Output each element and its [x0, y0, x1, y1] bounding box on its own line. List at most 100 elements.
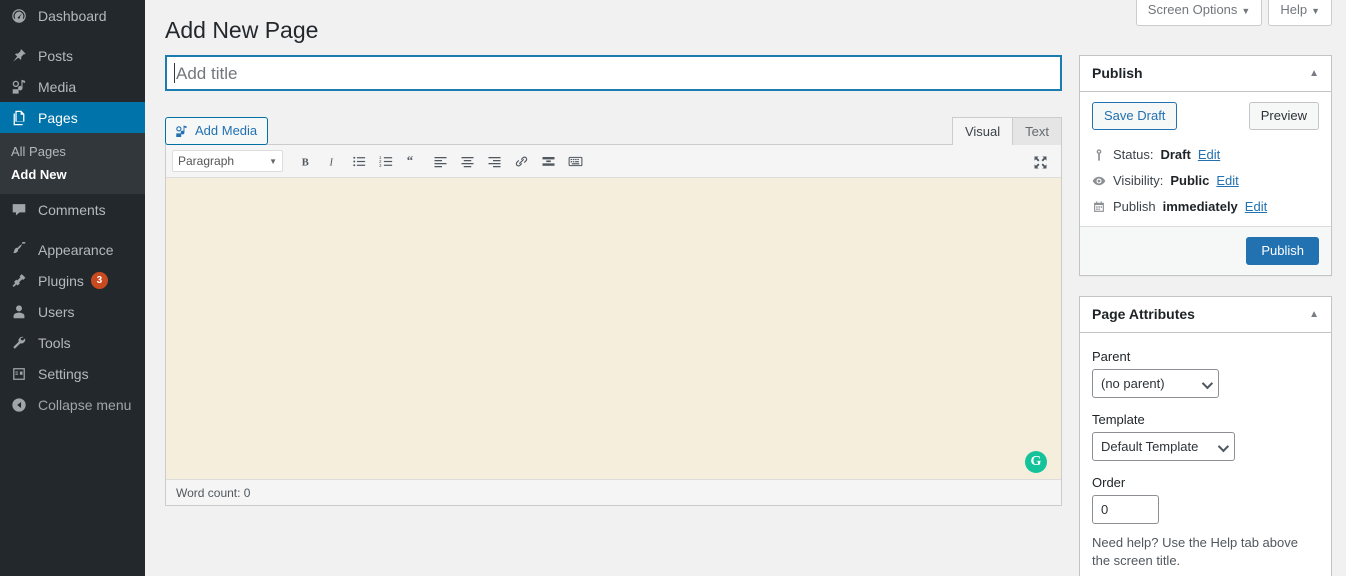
sidebar-item-collapse-menu[interactable]: Collapse menu	[0, 389, 145, 420]
paragraph-format-value: Paragraph	[178, 154, 235, 168]
pages-submenu: All Pages Add New	[0, 133, 145, 194]
chevron-down-icon: ▼	[269, 156, 277, 166]
sidebar-item-comments[interactable]: Comments	[0, 194, 145, 225]
sidebar-item-posts[interactable]: Posts	[0, 40, 145, 71]
calendar-icon	[1092, 200, 1106, 214]
tab-label: Text	[1025, 124, 1049, 139]
appearance-brush-icon	[9, 240, 29, 260]
numbered-list-icon[interactable]: 123	[373, 149, 399, 173]
align-right-icon[interactable]	[481, 149, 507, 173]
save-draft-button[interactable]: Save Draft	[1092, 102, 1178, 130]
tab-visual[interactable]: Visual	[951, 117, 1014, 145]
collapse-arrow-icon	[9, 395, 29, 415]
publish-actions-row: Save Draft Preview	[1092, 102, 1319, 130]
title-input[interactable]: Add title	[165, 55, 1062, 91]
sidebar-item-pages[interactable]: Pages	[0, 102, 153, 133]
parent-select[interactable]: (no parent)	[1092, 369, 1219, 398]
sidebar-divider	[0, 31, 145, 40]
side-column: Publish ▲ Save Draft Preview Status: Dra…	[1079, 55, 1332, 576]
add-media-label: Add Media	[195, 123, 258, 138]
tab-text[interactable]: Text	[1012, 117, 1062, 145]
publish-date-edit-link[interactable]: Edit	[1245, 198, 1267, 216]
word-count: Word count: 0	[176, 485, 251, 500]
user-icon	[9, 302, 29, 322]
sidebar-item-plugins[interactable]: Plugins 3	[0, 265, 145, 296]
add-media-icon	[174, 124, 189, 139]
title-placeholder: Add title	[176, 63, 238, 83]
parent-label: Parent	[1092, 349, 1131, 364]
visibility-value: Public	[1170, 173, 1210, 188]
chevron-up-icon[interactable]: ▲	[1309, 309, 1319, 320]
pages-icon	[9, 108, 29, 128]
sidebar-item-label: Pages	[38, 109, 78, 126]
grammarly-icon[interactable]: G	[1025, 451, 1047, 473]
sidebar-item-appearance[interactable]: Appearance	[0, 234, 145, 265]
italic-icon[interactable]: I	[319, 149, 345, 173]
parent-select-value: (no parent)	[1101, 376, 1165, 391]
chevron-down-icon: ▼	[1241, 6, 1251, 16]
sidebar-item-label: Plugins	[38, 272, 84, 289]
chevron-up-icon[interactable]: ▲	[1309, 68, 1319, 79]
text-cursor	[174, 63, 175, 83]
fullscreen-icon[interactable]	[1027, 150, 1053, 174]
sidebar-subitem-add-new[interactable]: Add New	[0, 163, 145, 186]
publish-box: Publish ▲ Save Draft Preview Status: Dra…	[1079, 55, 1332, 276]
svg-text:3: 3	[379, 162, 382, 167]
tab-label: Visual	[964, 124, 1001, 139]
read-more-icon[interactable]	[535, 149, 561, 173]
svg-text:“: “	[406, 154, 412, 168]
chevron-down-icon	[1217, 440, 1230, 452]
top-action-buttons: Screen Options ▼ Help ▼	[1135, 0, 1332, 26]
link-icon[interactable]	[508, 149, 534, 173]
page-attributes-box: Page Attributes ▲ Parent (no parent) Tem…	[1079, 296, 1332, 576]
publish-box-header: Publish ▲	[1080, 56, 1331, 92]
editor-status-bar: Word count: 0	[166, 479, 1061, 505]
publish-date-label: Publish	[1113, 199, 1156, 214]
add-media-button[interactable]: Add Media	[165, 117, 269, 145]
align-center-icon[interactable]	[454, 149, 480, 173]
sidebar-item-label: Comments	[38, 201, 106, 218]
align-left-icon[interactable]	[427, 149, 453, 173]
svg-text:B: B	[301, 157, 308, 168]
plugin-icon	[9, 271, 29, 291]
chevron-down-icon: ▼	[1311, 6, 1320, 16]
main-column: Add title Add Media Visual Text Paragrap…	[165, 55, 1062, 576]
editor-box: Paragraph ▼ B I 1 2 3 “ G Word count: 0	[165, 144, 1062, 506]
blockquote-icon[interactable]: “	[400, 149, 426, 173]
visibility-row: Visibility: Public Edit	[1092, 168, 1319, 194]
sidebar-item-media[interactable]: Media	[0, 71, 145, 102]
sidebar-item-tools[interactable]: Tools	[0, 327, 145, 358]
sidebar-item-dashboard[interactable]: Dashboard	[0, 0, 145, 31]
template-select[interactable]: Default Template	[1092, 432, 1235, 461]
bold-icon[interactable]: B	[292, 149, 318, 173]
screen-options-button[interactable]: Screen Options ▼	[1135, 0, 1263, 26]
wrench-icon	[9, 333, 29, 353]
help-button[interactable]: Help ▼	[1268, 0, 1332, 26]
content-editor: Add Media Visual Text Paragraph ▼ B I 1 …	[165, 117, 1062, 506]
paragraph-format-select[interactable]: Paragraph ▼	[172, 150, 283, 172]
sidebar-subitem-all-pages[interactable]: All Pages	[0, 140, 145, 163]
eye-icon	[1092, 174, 1106, 188]
sidebar-item-users[interactable]: Users	[0, 296, 145, 327]
admin-sidebar: Dashboard Posts Media Pages All Pages Ad…	[0, 0, 153, 576]
template-select-value: Default Template	[1101, 439, 1199, 454]
media-icon	[9, 77, 29, 97]
svg-text:I: I	[328, 157, 333, 168]
page-attributes-title: Page Attributes	[1092, 306, 1195, 322]
screen-options-label: Screen Options	[1147, 2, 1238, 17]
editor-content-area[interactable]: G	[166, 178, 1061, 479]
order-input[interactable]: 0	[1092, 495, 1159, 524]
keyboard-shortcuts-icon[interactable]	[562, 149, 588, 173]
publish-button[interactable]: Publish	[1246, 237, 1319, 265]
order-label: Order	[1092, 475, 1126, 490]
status-value: Draft	[1160, 147, 1191, 162]
sidebar-item-label: Appearance	[38, 241, 114, 258]
sidebar-item-label: Media	[38, 78, 77, 95]
bulleted-list-icon[interactable]	[346, 149, 372, 173]
publish-box-footer: Publish	[1080, 226, 1331, 275]
sidebar-item-settings[interactable]: Settings	[0, 358, 145, 389]
status-edit-link[interactable]: Edit	[1198, 146, 1220, 164]
visibility-edit-link[interactable]: Edit	[1216, 172, 1238, 190]
preview-button[interactable]: Preview	[1248, 102, 1319, 130]
sidebar-divider	[0, 225, 145, 234]
